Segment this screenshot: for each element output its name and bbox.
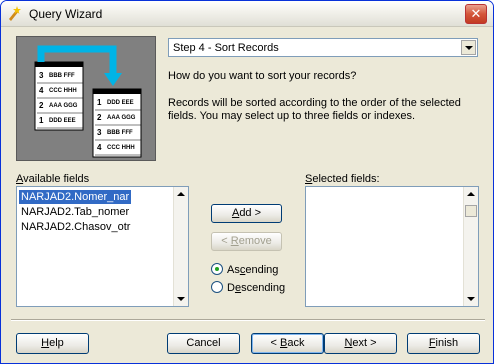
title-bar[interactable]: Query Wizard ✕ bbox=[1, 1, 493, 27]
list-item[interactable]: NARJAD2.Tab_nomer bbox=[19, 205, 131, 219]
cancel-button[interactable]: Cancel bbox=[167, 333, 240, 354]
descending-label: Descending bbox=[227, 282, 286, 294]
ascending-radio[interactable] bbox=[211, 263, 223, 275]
step-dropdown-value: Step 4 - Sort Records bbox=[173, 42, 279, 54]
available-fields-scrollbar[interactable] bbox=[173, 187, 188, 306]
step-dropdown[interactable]: Step 4 - Sort Records bbox=[168, 38, 478, 57]
selected-fields-label: Selected fields: bbox=[305, 173, 380, 185]
illustration-row-number: 1 bbox=[97, 98, 102, 107]
illustration-row-number: 3 bbox=[97, 128, 102, 137]
list-item[interactable]: NARJAD2.Nomer_nar bbox=[19, 190, 132, 204]
illustration-row-number: 2 bbox=[39, 101, 44, 110]
footer-divider bbox=[11, 319, 485, 321]
illustration-row-text: BBB FFF bbox=[107, 130, 133, 136]
available-fields-list[interactable]: NARJAD2.Nomer_nar NARJAD2.Tab_nomer NARJ… bbox=[16, 186, 189, 307]
add-button[interactable]: Add > bbox=[211, 204, 282, 223]
illustration-row-number: 1 bbox=[39, 116, 44, 125]
list-item[interactable]: NARJAD2.Chasov_otr bbox=[19, 220, 132, 234]
illustration-row-text: DDD EEE bbox=[49, 118, 76, 124]
illustration-row-text: CCC HHH bbox=[49, 88, 77, 94]
sort-question: How do you want to sort your records? bbox=[168, 70, 357, 82]
wizard-icon bbox=[9, 6, 21, 21]
back-button[interactable]: < Back bbox=[251, 333, 324, 354]
illustration-row-text: AAA GGG bbox=[107, 115, 136, 121]
window-title: Query Wizard bbox=[29, 7, 103, 21]
illustration-row-number: 3 bbox=[39, 71, 44, 80]
sort-description: Records will be sorted according to the … bbox=[168, 97, 461, 122]
ascending-label: Ascending bbox=[227, 264, 279, 276]
sort-records-graphic: 3 BBB FFF 4 CCC HHH 2 AAA GGG 1 DDD EEE 1 DDD EE… bbox=[34, 45, 142, 158]
scroll-up-icon[interactable] bbox=[464, 187, 478, 201]
selected-fields-scrollbar[interactable] bbox=[463, 187, 478, 306]
sort-illustration: 3 BBB FFF 4 CCC HHH 2 AAA GGG 1 DDD EEE 1 DDD EE… bbox=[16, 36, 156, 161]
illustration-row-text: BBB FFF bbox=[49, 73, 75, 79]
help-button[interactable]: Help bbox=[16, 333, 89, 354]
illustration-row-number: 4 bbox=[97, 143, 102, 152]
illustration-row-text: CCC HHH bbox=[107, 145, 135, 151]
illustration-row-text: AAA GGG bbox=[49, 103, 78, 109]
descending-radio[interactable] bbox=[211, 281, 223, 293]
illustration-row-number: 4 bbox=[39, 86, 44, 95]
scroll-up-icon[interactable] bbox=[174, 187, 188, 201]
scroll-thumb[interactable] bbox=[465, 205, 477, 217]
query-wizard-window: Query Wizard ✕ 3 BBB FFF 4 CCC HHH 2 AAA GGG 1… bbox=[0, 0, 494, 364]
next-button[interactable]: Next > bbox=[324, 333, 397, 354]
scroll-down-icon[interactable] bbox=[174, 292, 188, 306]
illustration-row-number: 2 bbox=[97, 113, 102, 122]
available-fields-label: Available fields bbox=[16, 173, 90, 185]
selected-fields-list[interactable] bbox=[305, 186, 479, 307]
finish-button[interactable]: Finish bbox=[407, 333, 480, 354]
illustration-row-text: DDD EEE bbox=[107, 100, 134, 106]
close-icon: ✕ bbox=[470, 6, 482, 21]
close-button[interactable]: ✕ bbox=[465, 4, 487, 24]
remove-button[interactable]: < Remove bbox=[211, 232, 282, 251]
scroll-down-icon[interactable] bbox=[464, 292, 478, 306]
chevron-down-icon[interactable] bbox=[461, 40, 476, 55]
